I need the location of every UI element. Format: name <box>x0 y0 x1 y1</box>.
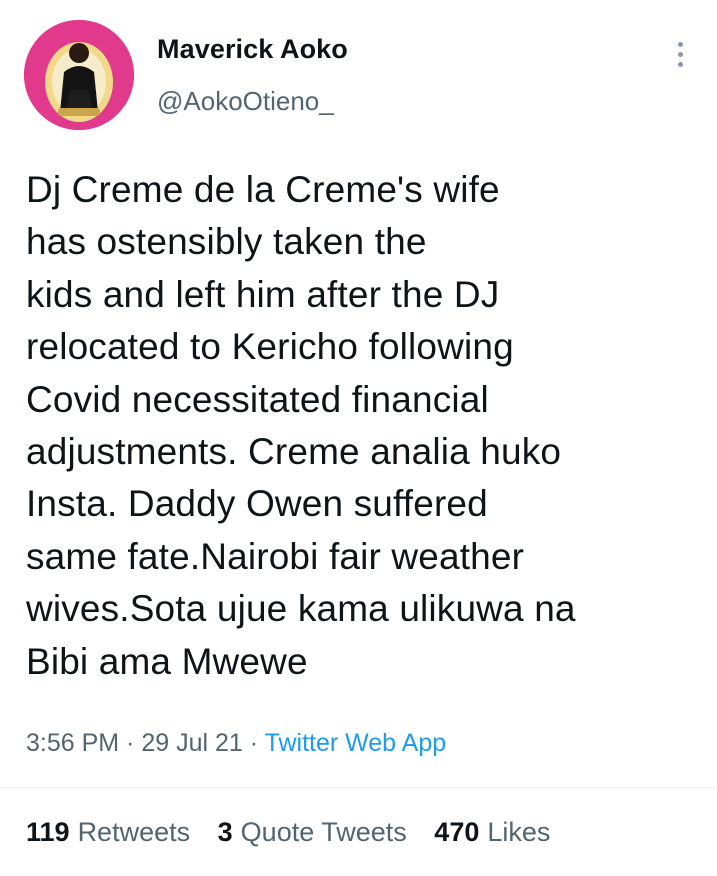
tweet-text-line: Dj Creme de la Creme's wife <box>26 169 500 210</box>
retweets-label: Retweets <box>77 817 191 847</box>
engagement-stats: 119 Retweets 3 Quote Tweets 470 Likes <box>26 817 570 848</box>
author-handle[interactable]: @AokoOtieno_ <box>157 86 334 117</box>
avatar[interactable] <box>24 20 134 130</box>
tweet-metadata: 3:56 PM · 29 Jul 21 · Twitter Web App <box>26 729 446 758</box>
more-options-icon[interactable] <box>664 34 696 74</box>
quote-tweets-stat[interactable]: 3 Quote Tweets <box>218 817 407 847</box>
tweet-text-line: Insta. Daddy Owen suffered <box>26 483 488 525</box>
more-dot <box>677 41 683 47</box>
meta-separator: · <box>119 729 142 757</box>
tweet-text-line: kids and left him after the DJ <box>26 273 500 315</box>
tweet-source-link[interactable]: Twitter Web App <box>265 729 447 757</box>
tweet-text-line: relocated to Kericho following <box>26 326 514 368</box>
tweet-time[interactable]: 3:56 PM <box>26 729 119 757</box>
tweet-detail: Maverick Aoko @AokoOtieno_ Dj Creme de l… <box>0 0 717 876</box>
author-display-name[interactable]: Maverick Aoko <box>157 34 348 65</box>
more-dot <box>677 61 683 67</box>
tweet-text-line: adjustments. Creme analia huko <box>26 431 562 473</box>
likes-label: Likes <box>487 817 551 847</box>
quote-tweets-count: 3 <box>217 817 233 847</box>
tweet-text: Dj Creme de la Creme's wife has ostensib… <box>26 164 696 688</box>
divider <box>0 787 717 788</box>
meta-separator: · <box>242 729 265 757</box>
likes-stat[interactable]: 470 Likes <box>434 817 550 847</box>
likes-count: 470 <box>434 817 480 847</box>
tweet-text-line: has ostensibly taken the <box>26 221 427 263</box>
retweets-count: 119 <box>26 817 70 847</box>
quote-tweets-label: Quote Tweets <box>240 817 407 847</box>
tweet-text-line: wives.Sota ujue kama ulikuwa na <box>26 588 576 630</box>
tweet-text-line: same fate.Nairobi fair weather <box>26 535 525 577</box>
tweet-text-line: Covid necessitated financial <box>26 378 489 420</box>
tweet-date[interactable]: 29 Jul 21 <box>141 729 242 757</box>
retweets-stat[interactable]: 119 Retweets <box>26 817 190 847</box>
avatar-photo <box>24 20 134 130</box>
more-dot <box>677 51 683 57</box>
tweet-text-line: Bibi ama Mwewe <box>26 640 308 682</box>
